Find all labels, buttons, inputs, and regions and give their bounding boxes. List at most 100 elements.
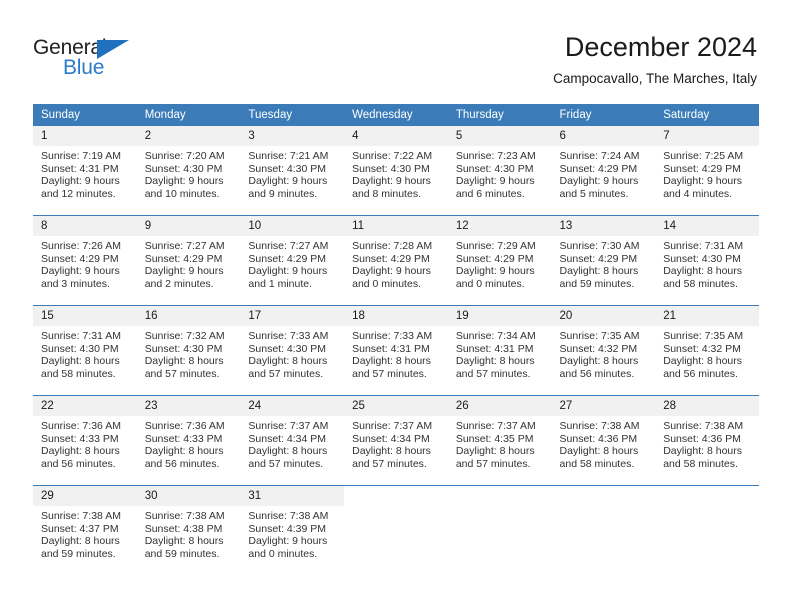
day-cell[interactable]: 7 Sunrise: 7:25 AM Sunset: 4:29 PM Dayli…: [655, 126, 759, 216]
day-number: 13: [551, 216, 656, 236]
day-cell[interactable]: 24 Sunrise: 7:37 AM Sunset: 4:34 PM Dayl…: [240, 395, 345, 486]
day-details: Sunrise: 7:32 AM Sunset: 4:30 PM Dayligh…: [137, 326, 241, 380]
day-cell[interactable]: 29 Sunrise: 7:38 AM Sunset: 4:37 PM Dayl…: [33, 485, 137, 575]
day-details: Sunrise: 7:30 AM Sunset: 4:29 PM Dayligh…: [552, 236, 656, 290]
sunset-text: Sunset: 4:32 PM: [663, 342, 741, 355]
day-cell[interactable]: 18 Sunrise: 7:33 AM Sunset: 4:31 PM Dayl…: [344, 305, 448, 396]
sunrise-text: Sunrise: 7:36 AM: [144, 420, 225, 432]
sunset-text: Sunset: 4:31 PM: [455, 342, 534, 355]
sunset-text: Sunset: 4:30 PM: [248, 342, 327, 355]
day-cell[interactable]: 26 Sunrise: 7:37 AM Sunset: 4:35 PM Dayl…: [447, 395, 552, 486]
day-cell[interactable]: 14 Sunrise: 7:31 AM Sunset: 4:30 PM Dayl…: [655, 215, 759, 306]
day-number: [344, 486, 448, 506]
day-cell[interactable]: 6 Sunrise: 7:24 AM Sunset: 4:29 PM Dayli…: [551, 126, 656, 216]
day-details: Sunrise: 7:21 AM Sunset: 4:30 PM Dayligh…: [240, 146, 344, 200]
sunset-text: Sunset: 4:29 PM: [41, 252, 119, 265]
weekday-header-wednesday: Wednesday: [344, 104, 448, 126]
daylight-text-line1: Daylight: 8 hours: [144, 535, 224, 548]
daylight-text-line2: and 56 minutes.: [41, 457, 116, 470]
day-number: 28: [655, 396, 759, 416]
sunset-text: Sunset: 4:30 PM: [352, 162, 430, 175]
daylight-text-line1: Daylight: 8 hours: [455, 355, 535, 368]
day-number: 12: [447, 216, 552, 236]
day-cell[interactable]: 27 Sunrise: 7:38 AM Sunset: 4:36 PM Dayl…: [551, 395, 656, 486]
day-number: 15: [33, 306, 137, 326]
day-cell[interactable]: 31 Sunrise: 7:38 AM Sunset: 4:39 PM Dayl…: [240, 485, 345, 575]
weekday-header-saturday: Saturday: [655, 104, 759, 126]
daylight-text-line2: and 56 minutes.: [559, 367, 635, 380]
sunrise-text: Sunrise: 7:37 AM: [352, 420, 433, 432]
calendar-week-row: 29 Sunrise: 7:38 AM Sunset: 4:37 PM Dayl…: [33, 485, 759, 575]
sunrise-text: Sunrise: 7:38 AM: [248, 510, 329, 522]
daylight-text-line1: Daylight: 9 hours: [144, 175, 224, 188]
day-cell[interactable]: 10 Sunrise: 7:27 AM Sunset: 4:29 PM Dayl…: [240, 215, 345, 306]
daylight-text-line1: Daylight: 8 hours: [559, 355, 639, 368]
day-cell[interactable]: 16 Sunrise: 7:32 AM Sunset: 4:30 PM Dayl…: [136, 305, 241, 396]
day-cell[interactable]: 22 Sunrise: 7:36 AM Sunset: 4:33 PM Dayl…: [33, 395, 137, 486]
sunset-text: Sunset: 4:31 PM: [352, 342, 430, 355]
page-header: General Blue December 2024 Campocavallo,…: [0, 0, 792, 96]
day-cell[interactable]: 21 Sunrise: 7:35 AM Sunset: 4:32 PM Dayl…: [655, 305, 759, 396]
day-cell[interactable]: 13 Sunrise: 7:30 AM Sunset: 4:29 PM Dayl…: [551, 215, 656, 306]
day-cell[interactable]: 17 Sunrise: 7:33 AM Sunset: 4:30 PM Dayl…: [240, 305, 345, 396]
daylight-text-line1: Daylight: 9 hours: [41, 265, 120, 278]
day-cell[interactable]: 3 Sunrise: 7:21 AM Sunset: 4:30 PM Dayli…: [240, 126, 345, 216]
day-cell[interactable]: 30 Sunrise: 7:38 AM Sunset: 4:38 PM Dayl…: [136, 485, 241, 575]
sunset-text: Sunset: 4:30 PM: [663, 252, 741, 265]
day-number: 29: [33, 486, 137, 506]
sunrise-text: Sunrise: 7:22 AM: [352, 150, 433, 162]
day-cell[interactable]: 15 Sunrise: 7:31 AM Sunset: 4:30 PM Dayl…: [33, 305, 137, 396]
page-title: December 2024: [564, 32, 757, 62]
day-details: Sunrise: 7:19 AM Sunset: 4:31 PM Dayligh…: [33, 146, 137, 200]
weekday-header-row: Sunday Monday Tuesday Wednesday Thursday…: [33, 104, 759, 126]
daylight-text-line2: and 3 minutes.: [41, 277, 110, 290]
sunrise-text: Sunrise: 7:38 AM: [559, 420, 640, 432]
general-blue-logo[interactable]: General Blue: [33, 36, 163, 82]
daylight-text-line2: and 0 minutes.: [248, 547, 318, 560]
sunrise-text: Sunrise: 7:31 AM: [663, 240, 744, 252]
sunset-text: Sunset: 4:33 PM: [41, 432, 119, 445]
sunset-text: Sunset: 4:37 PM: [41, 522, 119, 535]
day-cell[interactable]: 8 Sunrise: 7:26 AM Sunset: 4:29 PM Dayli…: [33, 215, 137, 306]
sunrise-text: Sunrise: 7:25 AM: [663, 150, 744, 162]
day-cell[interactable]: 28 Sunrise: 7:38 AM Sunset: 4:36 PM Dayl…: [655, 395, 759, 486]
day-number: 1: [33, 126, 137, 146]
day-cell[interactable]: 2 Sunrise: 7:20 AM Sunset: 4:30 PM Dayli…: [136, 126, 241, 216]
daylight-text-line1: Daylight: 9 hours: [455, 265, 535, 278]
sunset-text: Sunset: 4:29 PM: [352, 252, 430, 265]
sunrise-text: Sunrise: 7:35 AM: [559, 330, 640, 342]
day-cell[interactable]: 1 Sunrise: 7:19 AM Sunset: 4:31 PM Dayli…: [33, 126, 137, 216]
day-cell[interactable]: 23 Sunrise: 7:36 AM Sunset: 4:33 PM Dayl…: [136, 395, 241, 486]
day-details: Sunrise: 7:20 AM Sunset: 4:30 PM Dayligh…: [137, 146, 241, 200]
sunset-text: Sunset: 4:29 PM: [559, 252, 638, 265]
day-number: 9: [136, 216, 241, 236]
day-cell[interactable]: 19 Sunrise: 7:34 AM Sunset: 4:31 PM Dayl…: [447, 305, 552, 396]
day-number: 20: [551, 306, 656, 326]
day-number: 3: [240, 126, 345, 146]
day-cell[interactable]: 20 Sunrise: 7:35 AM Sunset: 4:32 PM Dayl…: [551, 305, 656, 396]
day-number: 27: [551, 396, 656, 416]
daylight-text-line1: Daylight: 8 hours: [455, 445, 535, 458]
day-cell[interactable]: 12 Sunrise: 7:29 AM Sunset: 4:29 PM Dayl…: [447, 215, 552, 306]
calendar-week-row: 15 Sunrise: 7:31 AM Sunset: 4:30 PM Dayl…: [33, 305, 759, 396]
daylight-text-line2: and 59 minutes.: [144, 547, 220, 560]
day-cell[interactable]: 25 Sunrise: 7:37 AM Sunset: 4:34 PM Dayl…: [344, 395, 448, 486]
weekday-header-tuesday: Tuesday: [240, 104, 345, 126]
sunset-text: Sunset: 4:30 PM: [455, 162, 534, 175]
sunrise-text: Sunrise: 7:19 AM: [41, 150, 121, 162]
day-details: Sunrise: 7:38 AM Sunset: 4:36 PM Dayligh…: [552, 416, 656, 470]
sunrise-text: Sunrise: 7:21 AM: [248, 150, 329, 162]
day-number: 31: [240, 486, 345, 506]
sunset-text: Sunset: 4:29 PM: [559, 162, 638, 175]
sunrise-text: Sunrise: 7:27 AM: [248, 240, 329, 252]
daylight-text-line2: and 56 minutes.: [663, 367, 738, 380]
day-cell-empty: [551, 485, 656, 575]
sunrise-text: Sunrise: 7:38 AM: [663, 420, 744, 432]
day-cell[interactable]: 5 Sunrise: 7:23 AM Sunset: 4:30 PM Dayli…: [447, 126, 552, 216]
daylight-text-line2: and 0 minutes.: [352, 277, 421, 290]
day-cell[interactable]: 11 Sunrise: 7:28 AM Sunset: 4:29 PM Dayl…: [344, 215, 448, 306]
day-number: 17: [240, 306, 345, 326]
sunset-text: Sunset: 4:36 PM: [663, 432, 741, 445]
day-cell[interactable]: 9 Sunrise: 7:27 AM Sunset: 4:29 PM Dayli…: [136, 215, 241, 306]
day-cell[interactable]: 4 Sunrise: 7:22 AM Sunset: 4:30 PM Dayli…: [344, 126, 448, 216]
